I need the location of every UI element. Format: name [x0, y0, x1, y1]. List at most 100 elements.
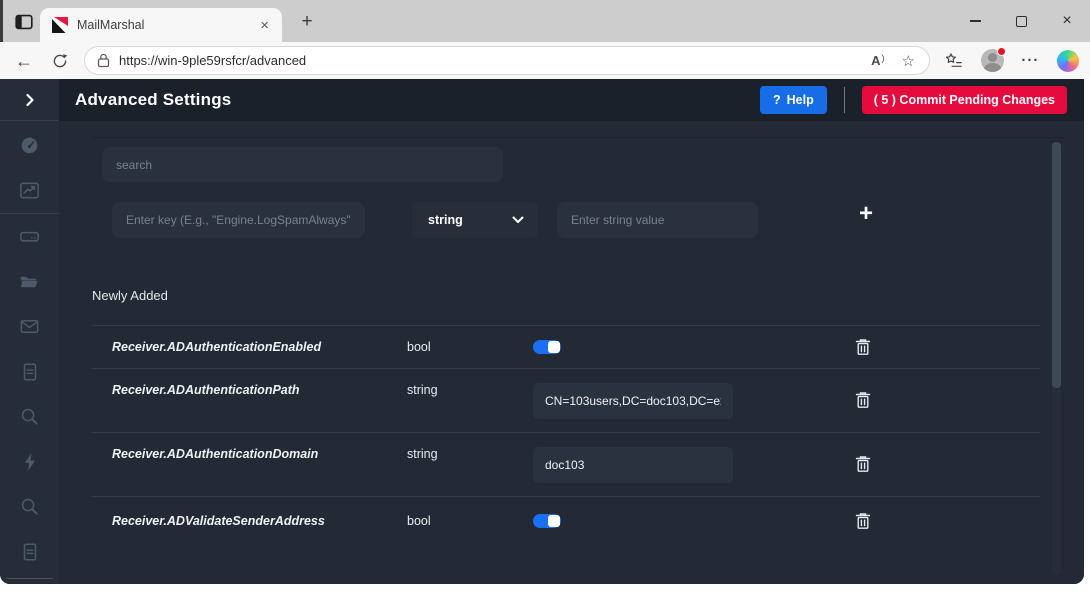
setting-key: Receiver.ADAuthenticationEnabled: [92, 340, 407, 354]
mailmarshal-app: Advanced Settings ? Help ( 5 ) Commit Pe…: [0, 79, 1084, 584]
setting-toggle[interactable]: [533, 514, 561, 528]
document-icon: [19, 541, 41, 563]
setting-key: Receiver.ADAuthenticationPath: [92, 383, 407, 397]
chevron-right-icon: [20, 90, 40, 110]
window-edge: [0, 0, 3, 42]
sidebar-item-folders[interactable]: [0, 259, 59, 304]
profile-button[interactable]: [981, 49, 1004, 72]
tab-workspaces-button[interactable]: [12, 10, 36, 34]
setting-row: Receiver.ADAuthenticationEnabled bool: [92, 325, 1040, 368]
delete-setting-button[interactable]: [853, 390, 873, 410]
help-icon: ?: [773, 93, 781, 107]
server-icon: [18, 225, 41, 248]
setting-row: Receiver.ADValidateSenderAddress bool: [92, 496, 1040, 544]
settings-table: Receiver.ADAuthenticationEnabled bool: [92, 325, 1040, 544]
tab-close-icon[interactable]: ×: [257, 17, 272, 34]
trash-icon: [855, 338, 871, 356]
scrollbar-thumb[interactable]: [1052, 142, 1061, 388]
setting-type: bool: [407, 340, 533, 354]
help-button[interactable]: ? Help: [760, 86, 827, 114]
sidebar-item-server[interactable]: [0, 214, 59, 259]
trash-icon: [855, 391, 871, 409]
new-key-input[interactable]: [112, 202, 365, 238]
window-controls: ×: [952, 0, 1090, 42]
folder-icon: [18, 270, 41, 293]
sidebar-item-dashboard[interactable]: [0, 123, 59, 168]
setting-key: Receiver.ADAuthenticationDomain: [92, 447, 407, 461]
commit-pending-changes-button[interactable]: ( 5 ) Commit Pending Changes: [862, 86, 1067, 114]
setting-type: bool: [407, 514, 533, 528]
new-value-input[interactable]: [557, 202, 758, 238]
sidebar-item-search-secondary[interactable]: [0, 484, 59, 529]
section-title: Newly Added: [92, 288, 168, 303]
lock-icon: [97, 53, 110, 68]
trash-icon: [855, 455, 871, 473]
trash-icon: [855, 512, 871, 530]
chart-icon: [18, 179, 41, 202]
address-bar[interactable]: https://win-9ple59rsfcr/advanced A) ☆: [84, 46, 930, 75]
minimize-button[interactable]: [952, 0, 998, 42]
sidebar-item-search[interactable]: [0, 394, 59, 439]
content-divider: [92, 137, 1066, 138]
sidebar-item-document[interactable]: [0, 349, 59, 394]
bolt-icon: [19, 451, 41, 473]
refresh-button[interactable]: [48, 49, 72, 73]
delete-setting-button[interactable]: [853, 454, 873, 474]
maximize-icon: [1016, 16, 1027, 27]
close-icon: ×: [1062, 13, 1071, 29]
sidebar-expand-button[interactable]: [0, 79, 59, 121]
mail-icon: [18, 315, 41, 338]
sidebar-item-mail[interactable]: [0, 304, 59, 349]
setting-value-input[interactable]: [533, 447, 733, 483]
setting-toggle[interactable]: [533, 340, 561, 354]
toolbar-right: ···: [934, 42, 1088, 79]
app-sidebar: [0, 79, 59, 584]
url-text: https://win-9ple59rsfcr/advanced: [119, 53, 306, 68]
sidebar-item-actions[interactable]: [0, 439, 59, 484]
add-setting-button[interactable]: +: [852, 200, 880, 228]
read-aloud-button[interactable]: A): [871, 53, 883, 68]
minimize-icon: [970, 20, 981, 21]
setting-value-input[interactable]: [533, 383, 733, 419]
chevron-down-icon: [512, 216, 524, 224]
dashboard-icon: [18, 134, 41, 157]
back-button[interactable]: ←: [12, 49, 36, 73]
tab-title: MailMarshal: [77, 18, 257, 32]
sidebar-item-reports[interactable]: [0, 168, 59, 213]
advanced-settings-content: string + Newly Added Receiver.ADAuthenti…: [59, 121, 1084, 584]
browser-tab[interactable]: MailMarshal ×: [40, 8, 282, 42]
delete-setting-button[interactable]: [853, 337, 873, 357]
new-tab-button[interactable]: +: [292, 8, 322, 36]
collections-icon[interactable]: [943, 52, 963, 70]
delete-setting-button[interactable]: [853, 511, 873, 531]
setting-type: string: [407, 383, 533, 397]
search-icon: [18, 495, 41, 518]
type-select[interactable]: string: [412, 202, 538, 238]
tab-strip: MailMarshal × + ×: [0, 0, 1090, 42]
setting-row: Receiver.ADAuthenticationDomain string: [92, 432, 1040, 496]
search-icon: [18, 405, 41, 428]
workspaces-icon: [13, 11, 35, 33]
close-button[interactable]: ×: [1044, 0, 1090, 42]
app-header: Advanced Settings ? Help ( 5 ) Commit Pe…: [59, 79, 1084, 121]
setting-row: Receiver.ADAuthenticationPath string: [92, 368, 1040, 432]
header-separator: [844, 87, 845, 113]
mailmarshal-favicon: [52, 17, 68, 33]
browser-toolbar: ← https://win-9ple59rsfcr/advanced A) ☆: [0, 42, 1090, 79]
sidebar-item-document-secondary[interactable]: [0, 529, 59, 574]
back-icon: ←: [15, 51, 33, 72]
setting-key: Receiver.ADValidateSenderAddress: [92, 514, 407, 528]
copilot-icon[interactable]: [1057, 50, 1079, 72]
search-input[interactable]: [102, 147, 503, 182]
sidebar-bottom-divider: [6, 578, 53, 579]
page-title: Advanced Settings: [75, 90, 231, 110]
type-select-value: string: [428, 213, 512, 227]
setting-type: string: [407, 447, 533, 461]
browser-window: MailMarshal × + × ← https://win-9ple59rs…: [0, 0, 1090, 592]
maximize-button[interactable]: [998, 0, 1044, 42]
content-scrollbar[interactable]: [1052, 142, 1061, 575]
document-icon: [19, 361, 41, 383]
settings-menu-button[interactable]: ···: [1021, 52, 1039, 69]
refresh-icon: [51, 52, 69, 70]
favorite-star-icon[interactable]: ☆: [902, 52, 915, 70]
